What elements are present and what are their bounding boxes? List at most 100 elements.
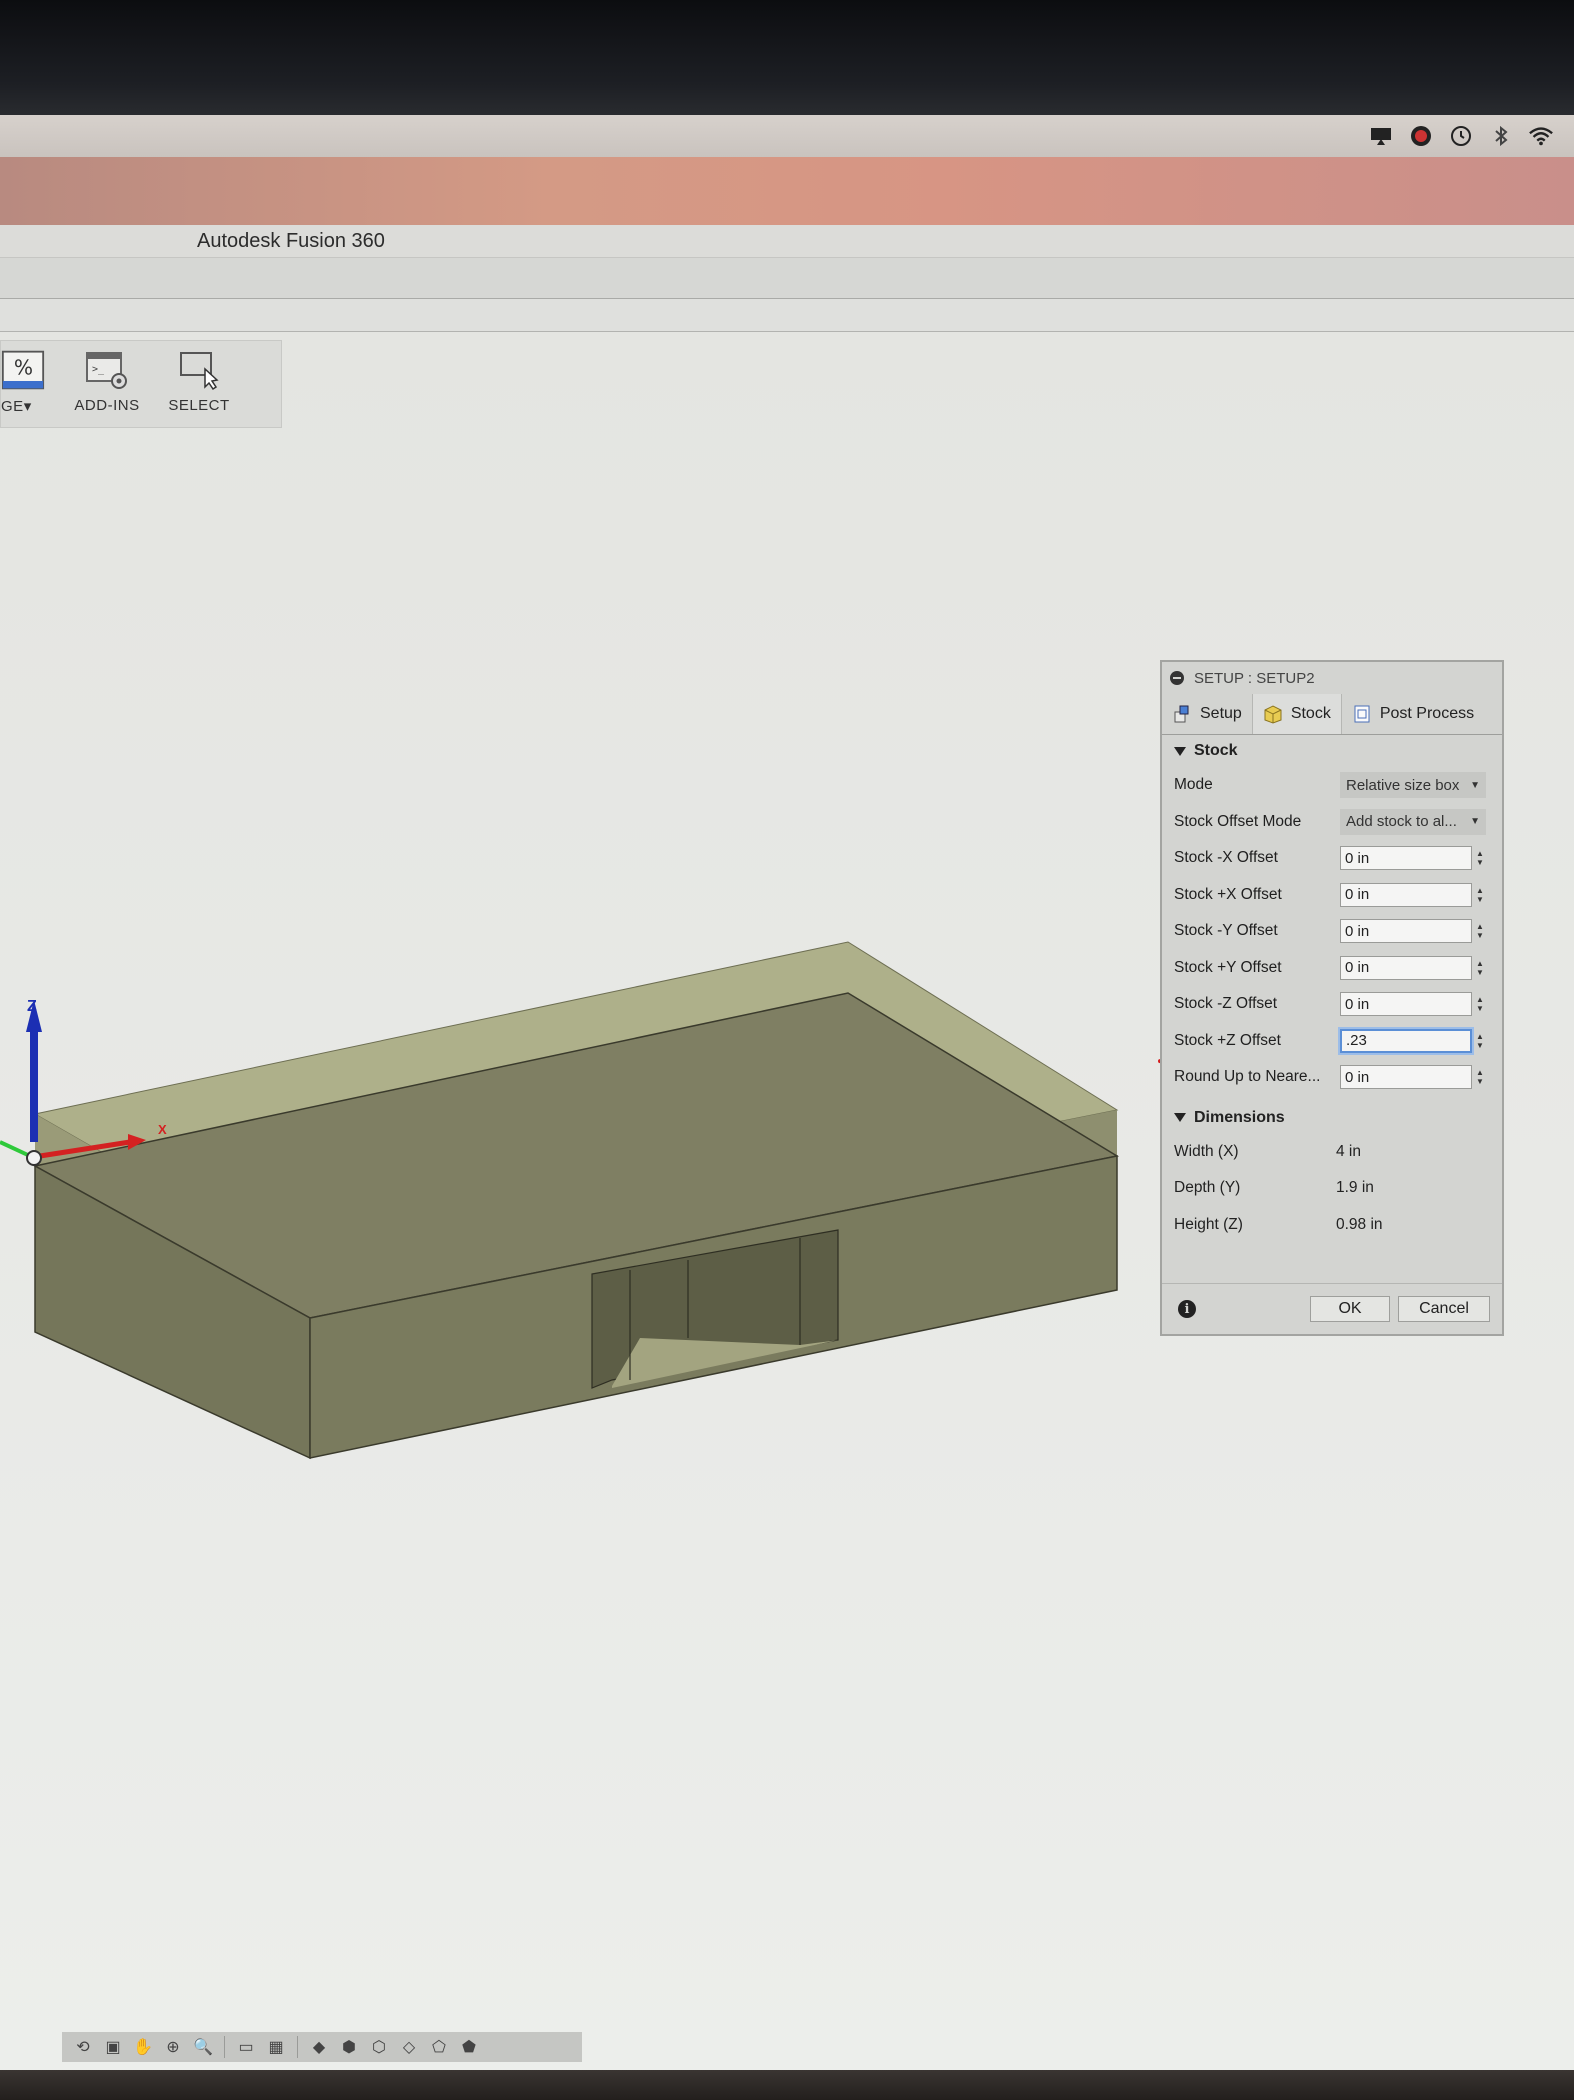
offset-row-neg-x: Stock -X Offset 0 in ▲ ▼: [1162, 840, 1502, 877]
divider: [224, 2036, 225, 2058]
collapse-icon[interactable]: [1170, 671, 1184, 685]
bluetooth-icon[interactable]: [1488, 123, 1514, 149]
display-settings-icon[interactable]: ▭: [233, 2036, 259, 2058]
mac-menu-bar: [0, 115, 1574, 157]
window-title-bar: Autodesk Fusion 360: [0, 225, 1574, 258]
dimension-value: 0.98 in: [1336, 1215, 1383, 1233]
pan-hand-icon[interactable]: ✋: [130, 2036, 156, 2058]
manage-label: GE▾: [1, 398, 32, 415]
offset-neg-x-input[interactable]: 0 in: [1340, 846, 1472, 871]
grid-icon[interactable]: ▦: [263, 2036, 289, 2058]
stock-section-header[interactable]: Stock: [1162, 735, 1502, 767]
mode-value: Relative size box: [1346, 776, 1460, 794]
tab-setup[interactable]: Setup: [1162, 694, 1253, 734]
x-axis-label: X: [158, 1122, 167, 1137]
zoom-window-icon[interactable]: 🔍: [190, 2036, 216, 2058]
info-icon[interactable]: i: [1178, 1300, 1196, 1318]
ribbon-toolbar: % GE▾ >_ ADD-INS SELECT: [0, 340, 282, 428]
offset-label: Stock +Y Offset: [1174, 958, 1282, 976]
mode-label: Mode: [1174, 776, 1213, 794]
spinner-icon[interactable]: ▲ ▼: [1474, 846, 1486, 870]
offset-row-neg-y: Stock -Y Offset 0 in ▲ ▼: [1162, 913, 1502, 950]
origin-point[interactable]: [26, 1150, 42, 1166]
look-at-icon[interactable]: ▣: [100, 2036, 126, 2058]
shaded-cube-icon[interactable]: ⬢: [336, 2036, 362, 2058]
dimension-label: Width (X): [1174, 1142, 1239, 1160]
addins-label: ADD-INS: [74, 397, 140, 414]
shaded-edges-cube-icon[interactable]: ⬡: [366, 2036, 392, 2058]
tab-post-process-label: Post Process: [1379, 705, 1475, 722]
spinner-icon[interactable]: ▲ ▼: [1474, 992, 1486, 1016]
setup-icon: [1174, 705, 1189, 723]
offset-label: Stock -Z Offset: [1174, 995, 1278, 1013]
menu-tray: [1368, 123, 1554, 149]
offset-row-neg-z: Stock -Z Offset 0 in ▲ ▼: [1162, 986, 1502, 1023]
ribbon-tab-bar: [0, 299, 1574, 332]
chevron-down-icon: ▼: [1470, 779, 1480, 791]
offset-row-pos-y: Stock +Y Offset 0 in ▲ ▼: [1162, 950, 1502, 987]
wireframe-cube-icon[interactable]: ◇: [396, 2036, 422, 2058]
airplay-icon[interactable]: [1368, 123, 1394, 149]
offset-row-pos-z: Stock +Z Offset .23 ▲ ▼: [1162, 1023, 1502, 1060]
dimension-value: 1.9 in: [1336, 1179, 1374, 1197]
dimensions-section-title: Dimensions: [1194, 1108, 1285, 1126]
setup-dialog: SETUP : SETUP2 Setup Stock Post Process …: [1160, 660, 1504, 1336]
wifi-icon[interactable]: [1528, 123, 1554, 149]
manage-tool[interactable]: % GE▾: [1, 341, 61, 427]
stock-section-title: Stock: [1194, 742, 1238, 759]
visible-edges-cube-icon[interactable]: ⬟: [456, 2036, 482, 2058]
navigation-toolbar: ⟲ ▣ ✋ ⊕ 🔍 ▭ ▦ ◆ ⬢ ⬡ ◇ ⬠ ⬟: [62, 2032, 582, 2062]
select-icon: [177, 349, 221, 391]
percent-icon: %: [1, 349, 45, 391]
stock-cube-icon: [1264, 705, 1282, 724]
dialog-title: SETUP : SETUP2: [1194, 669, 1315, 687]
tab-stock[interactable]: Stock: [1252, 694, 1342, 734]
dialog-header: SETUP : SETUP2: [1162, 662, 1502, 694]
tab-post-process[interactable]: Post Process: [1342, 694, 1484, 734]
round-up-input[interactable]: 0 in: [1340, 1065, 1472, 1090]
divider: [297, 2036, 298, 2058]
offset-neg-y-input[interactable]: 0 in: [1340, 919, 1472, 944]
view-cube-icon[interactable]: ◆: [306, 2036, 332, 2058]
addins-icon: >_: [85, 349, 129, 391]
offset-mode-select[interactable]: Add stock to al... ▼: [1340, 808, 1486, 835]
spinner-icon[interactable]: ▲ ▼: [1474, 956, 1486, 980]
expand-triangle-icon: [1174, 1113, 1186, 1122]
mode-select[interactable]: Relative size box ▼: [1340, 772, 1486, 799]
monitor-bezel-top: [0, 0, 1574, 120]
cancel-button[interactable]: Cancel: [1398, 1296, 1490, 1322]
offset-pos-z-input[interactable]: .23: [1340, 1028, 1472, 1053]
document-tab-bar: [0, 258, 1574, 299]
dimension-value: 4 in: [1336, 1142, 1361, 1160]
zoom-icon[interactable]: ⊕: [160, 2036, 186, 2058]
svg-text:%: %: [14, 356, 33, 380]
offset-neg-z-input[interactable]: 0 in: [1340, 992, 1472, 1017]
orbit-icon[interactable]: ⟲: [70, 2036, 96, 2058]
spinner-icon[interactable]: ▲ ▼: [1474, 919, 1486, 943]
dialog-tabs: Setup Stock Post Process: [1162, 694, 1502, 735]
offset-label: Stock +Z Offset: [1174, 1031, 1281, 1049]
spinner-icon[interactable]: ▲ ▼: [1474, 883, 1486, 907]
expand-triangle-icon: [1174, 746, 1186, 756]
dimension-row: Depth (Y) 1.9 in: [1162, 1170, 1502, 1207]
ok-button[interactable]: OK: [1310, 1296, 1390, 1322]
dimensions-section-header[interactable]: Dimensions: [1162, 1102, 1502, 1134]
pocket-floor: [612, 1338, 838, 1388]
app-status-icon[interactable]: [1408, 123, 1434, 149]
offset-pos-x-input[interactable]: 0 in: [1340, 882, 1472, 907]
time-machine-icon[interactable]: [1448, 123, 1474, 149]
hidden-edges-cube-icon[interactable]: ⬠: [426, 2036, 452, 2058]
offset-mode-value: Add stock to al...: [1346, 813, 1457, 831]
select-tool[interactable]: SELECT: [153, 341, 245, 427]
spinner-icon[interactable]: ▲ ▼: [1474, 1029, 1486, 1053]
offset-label: Stock -Y Offset: [1174, 922, 1278, 940]
3d-model-view[interactable]: [0, 920, 1140, 1480]
offset-pos-y-input[interactable]: 0 in: [1340, 955, 1472, 980]
round-up-label: Round Up to Neare...: [1174, 1068, 1321, 1086]
spinner-icon[interactable]: ▲ ▼: [1474, 1065, 1486, 1089]
dimension-label: Depth (Y): [1174, 1179, 1241, 1197]
tab-stock-label: Stock: [1290, 705, 1331, 722]
addins-tool[interactable]: >_ ADD-INS: [61, 341, 153, 427]
z-axis-label: Z: [27, 998, 37, 1015]
offset-label: Stock -X Offset: [1174, 849, 1278, 867]
